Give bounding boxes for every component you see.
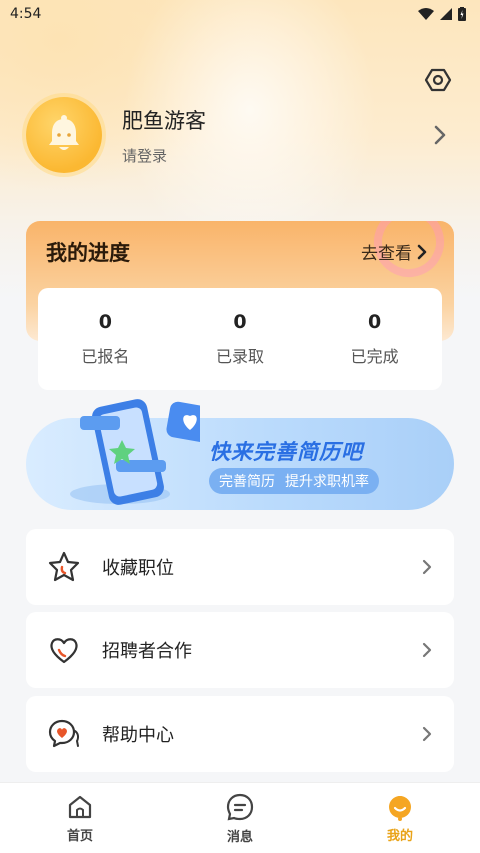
stat-value: 0: [98, 311, 112, 333]
message-icon: [226, 793, 254, 820]
settings-icon: [424, 68, 452, 92]
tab-profile[interactable]: 我的: [350, 793, 450, 844]
menu-label: 帮助中心: [102, 725, 174, 746]
menu-item-recruiter[interactable]: 招聘者合作: [26, 612, 454, 688]
stat-label: 已报名: [81, 347, 130, 366]
tab-label: 消息: [226, 829, 253, 845]
tab-label: 首页: [66, 828, 93, 844]
menu-label: 收藏职位: [102, 558, 174, 579]
menu-item-help[interactable]: 帮助中心: [26, 696, 454, 772]
banner-title: 快来完善简历吧: [209, 440, 363, 464]
tab-messages[interactable]: 消息: [190, 792, 290, 845]
phone-illustration: [70, 399, 200, 505]
star-icon: [46, 549, 82, 585]
progress-title: 我的进度: [46, 241, 130, 265]
profile-text: 肥鱼游客 请登录: [122, 105, 430, 166]
stat-label: 已完成: [350, 347, 399, 366]
heart-icon: [46, 632, 82, 668]
chat-heart-icon: [46, 716, 82, 752]
stat-completed[interactable]: 0 已完成: [315, 311, 435, 367]
chevron-right-icon: [434, 125, 446, 145]
progress-stats: 0 已报名 0 已录取 0 已完成: [38, 288, 442, 390]
chevron-right-icon: [422, 559, 432, 575]
profile-icon: [389, 795, 411, 821]
stat-applied[interactable]: 0 已报名: [45, 311, 165, 367]
bell-icon: [49, 115, 79, 150]
home-icon: [68, 795, 92, 818]
view-progress-link[interactable]: 去查看: [361, 239, 428, 264]
stat-label: 已录取: [215, 347, 264, 366]
view-progress-label: 去查看: [361, 244, 412, 264]
settings-button[interactable]: [424, 66, 452, 94]
stat-value: 0: [233, 311, 247, 333]
chevron-right-icon: [417, 244, 427, 259]
chevron-right-icon: [422, 642, 432, 658]
banner-pill-left: 完善简历: [219, 474, 275, 490]
battery-icon: [458, 7, 466, 21]
chevron-right-icon: [422, 726, 432, 742]
banner-pill-right: 提升求职机率: [285, 474, 369, 490]
menu-item-favorites[interactable]: 收藏职位: [26, 529, 454, 605]
wifi-icon: [418, 8, 434, 20]
avatar: [26, 97, 102, 173]
stat-value: 0: [368, 311, 382, 333]
profile-card[interactable]: 肥鱼游客 请登录: [26, 96, 456, 174]
menu-label: 招聘者合作: [102, 641, 192, 662]
tab-label: 我的: [386, 828, 413, 844]
status-bar: 4:54: [0, 0, 480, 28]
profile-name: 肥鱼游客: [122, 108, 206, 133]
stat-admitted[interactable]: 0 已录取: [180, 311, 300, 367]
bottom-tab-bar: 首页 消息 我的: [0, 782, 480, 853]
status-icons: [418, 7, 466, 21]
progress-card: 我的进度 去查看 0 已报名 0 已录取 0 已完成: [26, 221, 454, 391]
resume-banner[interactable]: 快来完善简历吧 完善简历 提升求职机率: [26, 399, 454, 510]
status-time: 4:54: [10, 6, 42, 22]
tab-home[interactable]: 首页: [30, 793, 130, 844]
banner-pill: 完善简历 提升求职机率: [209, 468, 379, 494]
signal-icon: [440, 8, 452, 20]
login-prompt[interactable]: 请登录: [122, 145, 430, 166]
